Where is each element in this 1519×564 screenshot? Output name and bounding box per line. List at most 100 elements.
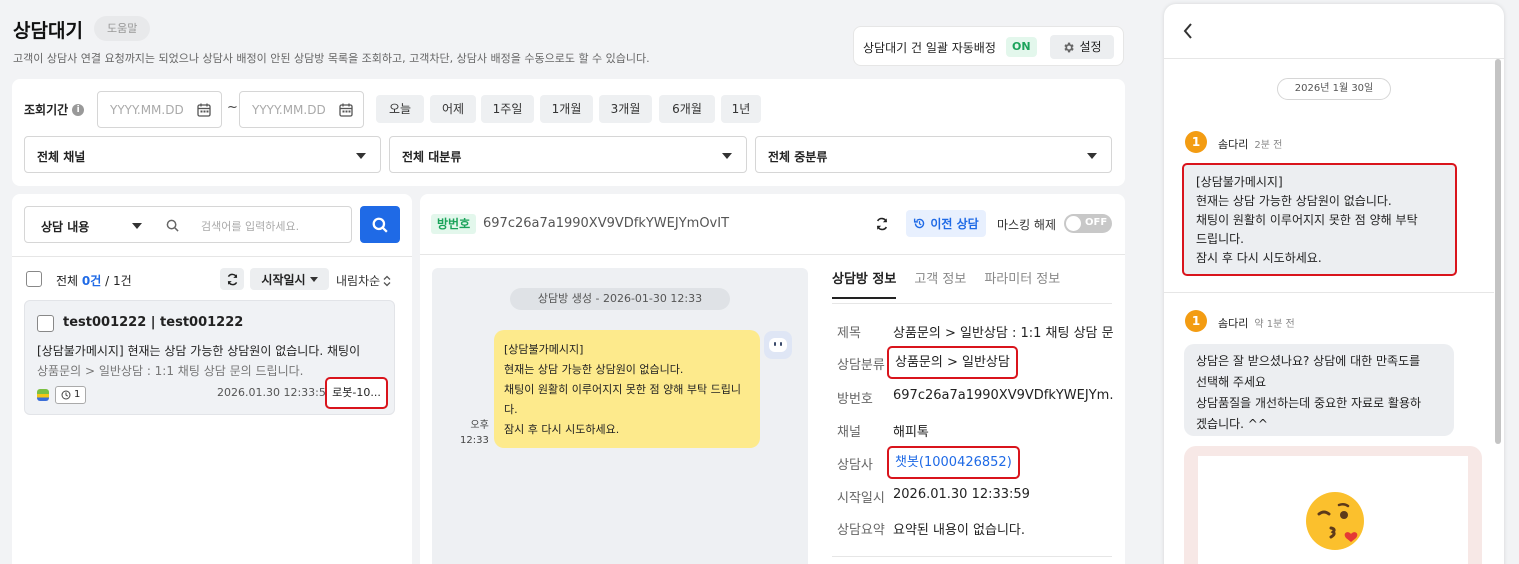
search-icon [166,219,179,232]
waiting-timer-badge: 1 [55,386,87,404]
message-bubble: [상담불가메시지] 현재는 상담 가능한 상담원이 없습니다. 채팅이 원활히 … [1182,163,1457,276]
tab-room-info[interactable]: 상담방 정보 [832,268,897,299]
quick-range-3month[interactable]: 3개월 [599,95,652,123]
satisfaction-card-body [1198,456,1468,564]
search-icon [372,217,388,233]
list-count: 전체 0건 / 1건 [56,274,132,288]
kiss-emoji-icon[interactable] [1305,490,1367,552]
period-label: 조회기간 i [24,101,85,118]
info-summary-value: 요약된 내용이 없습니다. [893,523,1025,538]
previous-consult-button[interactable]: 이전 상담 [906,210,986,237]
list-item-category: 상품문의 > 일반상담 : 1:1 채팅 상담 문의 드립니다. [37,364,304,378]
search-type-select[interactable]: 상담 내용 [41,218,89,235]
sort-order-toggle[interactable]: 내림차순 [336,272,391,289]
auto-assign-box: 상담대기 건 일괄 자동배정 ON 설정 [853,26,1124,66]
info-icon[interactable]: i [72,103,85,116]
list-item-message: [상담불가메시지] 현재는 상담 가능한 상담원이 없습니다. 채팅이 [37,344,361,358]
settings-label: 설정 [1079,40,1102,54]
sort-updown-icon [383,275,391,286]
info-subject-label: 제목 [837,326,861,341]
settings-button[interactable]: 설정 [1050,35,1114,59]
message-sender: 솜다리 약 1분 전 [1218,317,1295,330]
chevron-down-icon[interactable] [132,223,142,229]
chevron-down-icon [309,276,318,282]
customer-chat-preview: 2026년 1월 30일 1 솜다리 2분 전 [상담불가메시지] 현재는 상담 … [1164,4,1504,564]
sort-field-select[interactable]: 시작일시 [250,268,329,290]
quick-range-1month[interactable]: 1개월 [540,95,593,123]
info-subject-value: 상품문의 > 일반상담 : 1:1 채팅 상담 문... [893,326,1113,341]
info-category-label: 상담분류 [837,358,885,373]
back-button[interactable] [1182,22,1194,40]
search-bar: 상담 내용 검색어를 입력하세요. [24,206,352,243]
divider [1164,292,1494,293]
quick-range-6month[interactable]: 6개월 [659,95,715,123]
detail-refresh-button[interactable] [869,211,895,237]
divider [420,254,1125,255]
bot-icon [769,338,787,352]
satisfaction-card [1184,446,1482,564]
bot-avatar [764,331,792,359]
room-created-notice: 상담방 생성 - 2026-01-30 12:33 [510,288,730,310]
info-agent-label: 상담사 [837,458,873,473]
chat-history: 상담방 생성 - 2026-01-30 12:33 [상담불가메시지] 현재는 … [432,268,808,564]
info-start-value: 2026.01.30 12:33:59 [893,487,1030,502]
chevron-down-icon [722,153,732,159]
list-item-title: test001222 | test001222 [63,315,244,330]
divider [832,556,1112,557]
quick-range-1week[interactable]: 1주일 [481,95,534,123]
message-time: 오후 12:33 [460,420,489,446]
middle-category-select[interactable]: 전체 중분류 [755,136,1112,173]
channel-select[interactable]: 전체 채널 [24,136,381,173]
help-button[interactable]: 도움말 [94,16,151,41]
major-category-select[interactable]: 전체 대분류 [389,136,747,173]
search-input[interactable]: 검색어를 입력하세요. [201,218,299,234]
search-button[interactable] [360,206,400,243]
date-to-input[interactable]: YYYY.MM.DD [239,91,364,128]
calendar-icon [197,103,211,117]
message-bubble: 상담은 잘 받으셨나요? 상담에 대한 만족도를 선택해 주세요 상담품질을 개… [1184,344,1454,436]
gear-icon [1062,41,1075,54]
list-item-checkbox[interactable] [37,315,54,332]
info-room-label: 방번호 [837,392,873,407]
tab-parameter-info[interactable]: 파라미터 정보 [984,268,1060,299]
auto-assign-toggle[interactable]: ON [1006,37,1037,57]
info-room-value: 697c26a7a1990XV9VDfkYWEJYm... [893,388,1113,403]
bot-message-bubble: [상담불가메시지] 현재는 상담 가능한 상담원이 없습니다. 채팅이 원활히 … [494,330,760,448]
unread-count-badge: 1 [1185,310,1207,332]
date-range-separator: ~ [227,100,238,115]
info-agent-link[interactable]: 챗봇(1000426852) [887,446,1020,479]
date-from-input[interactable]: YYYY.MM.DD [97,91,222,128]
toggle-knob [1066,216,1081,231]
list-item[interactable]: test001222 | test001222 [상담불가메시지] 현재는 상담… [24,300,395,415]
select-all-checkbox[interactable] [26,271,42,287]
refresh-icon [227,273,237,285]
page-title: 상담대기 [13,20,83,42]
list-refresh-button[interactable] [220,268,244,290]
filter-panel: 조회기간 i YYYY.MM.DD ~ YYYY.MM.DD 오늘 어제 1주일… [12,79,1125,186]
divider [1164,58,1504,59]
list-item-date: 2026.01.30 12:33:59 [217,386,333,399]
room-id: 697c26a7a1990XV9VDfkYWEJYmOvIT [483,216,730,231]
quick-range-yesterday[interactable]: 어제 [430,95,476,123]
divider [832,303,1112,304]
clock-icon [61,390,71,400]
waiting-list-panel: 상담 내용 검색어를 입력하세요. 전체 0건 / 1건 시작일시 내림차순 t… [12,194,412,564]
detail-panel: 방번호 697c26a7a1990XV9VDfkYWEJYmOvIT 이전 상담… [420,194,1125,564]
auto-assign-label: 상담대기 건 일괄 자동배정 [863,41,996,55]
chevron-left-icon [1183,23,1192,39]
unread-count-badge: 1 [1185,131,1207,153]
scrollbar[interactable] [1495,59,1501,444]
quick-range-today[interactable]: 오늘 [376,95,424,123]
chat-date-divider: 2026년 1월 30일 [1277,78,1391,100]
info-start-label: 시작일시 [837,491,885,506]
quick-range-1year[interactable]: 1년 [721,95,761,123]
detail-tabs: 상담방 정보 고객 정보 파라미터 정보 [832,268,1078,299]
message-sender: 솜다리 2분 전 [1218,138,1283,151]
masking-label: 마스킹 해제 [997,218,1057,232]
info-category-value: 상품문의 > 일반상담 [887,346,1018,379]
page-description: 고객이 상담사 연결 요청까지는 되었으나 상담사 배정이 안된 상담방 목록을… [13,52,650,65]
tab-customer-info[interactable]: 고객 정보 [914,268,966,299]
calendar-icon [339,103,353,117]
masking-toggle[interactable]: OFF [1064,214,1112,233]
divider [12,256,412,257]
